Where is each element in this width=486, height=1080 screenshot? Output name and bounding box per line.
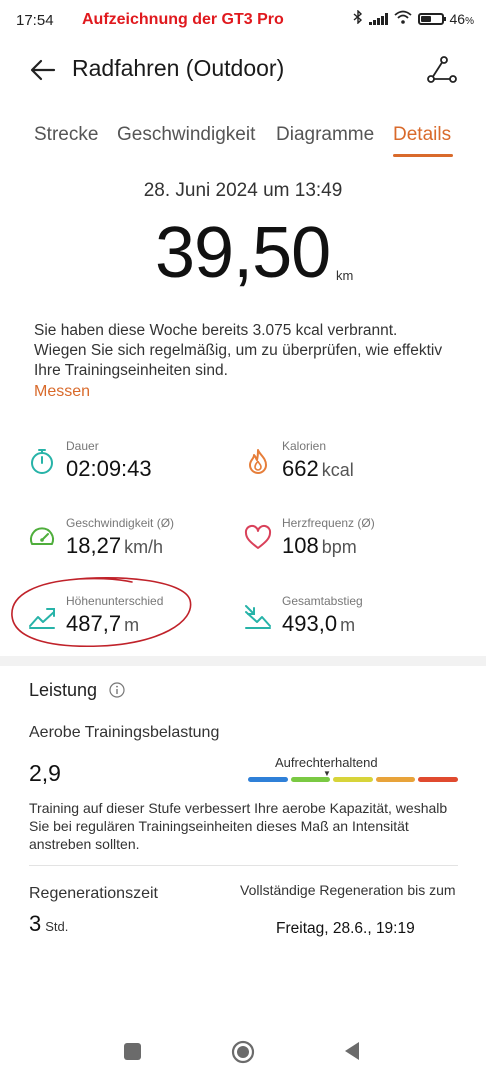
scale-segment (248, 777, 288, 782)
tab-strecke[interactable]: Strecke (34, 124, 98, 146)
session-date: 28. Juni 2024 um 13:49 (143, 180, 343, 201)
home-circle-icon (231, 1040, 255, 1064)
metric-label: Herzfrequenz (Ø) (282, 516, 375, 530)
wifi-icon (393, 10, 412, 27)
bluetooth-icon (353, 9, 363, 27)
page-title: Radfahren (Outdoor) (72, 55, 285, 81)
recovery-time-value: 3 Std. (29, 911, 69, 936)
back-arrow-icon (30, 59, 56, 81)
metric-value: 02:09:43 (66, 456, 152, 481)
metric-value: 18,27 km/h (66, 533, 164, 558)
scale-segment (290, 777, 331, 782)
metric-label: Geschwindigkeit (Ø) (66, 516, 175, 530)
divider (29, 865, 458, 866)
route-icon (427, 56, 457, 83)
annotation-circle (11, 576, 192, 648)
metric-value: 108 bpm (282, 533, 357, 558)
tab-diagramme[interactable]: Diagramme (276, 124, 374, 146)
aerobic-description: Training auf dieser Stufe verbessert Ihr… (29, 800, 448, 852)
section-separator (0, 656, 486, 666)
info-icon[interactable] (109, 682, 125, 698)
metric-label: Gesamtabstieg (282, 594, 363, 608)
back-button[interactable] (28, 54, 60, 86)
tab-bar: Strecke Geschwindigkeit Diagramme Detail… (0, 124, 486, 160)
battery-icon (417, 12, 446, 25)
status-icons: 46% (353, 9, 474, 27)
home-button[interactable] (231, 1040, 255, 1064)
nav-back-button[interactable] (343, 1040, 361, 1062)
metric-label: Dauer (66, 439, 99, 453)
scale-segment (333, 777, 373, 782)
scale-segment (418, 777, 458, 782)
scale-segment (375, 777, 416, 782)
metric-label: Kalorien (282, 439, 327, 453)
aerobic-scale-bar (248, 777, 458, 782)
recent-apps-button[interactable] (124, 1043, 141, 1060)
aerobic-load-value: 2,9 (29, 760, 61, 786)
full-recovery-value: Freitag, 28.6., 19:19 (276, 920, 415, 937)
battery-level: 46% (449, 10, 474, 27)
signal-icon (368, 12, 388, 25)
metric-value: 662 kcal (282, 456, 354, 481)
flame-icon (249, 449, 267, 474)
status-time: 17:54 (16, 12, 54, 29)
weekly-calories-info: Sie haben diese Woche bereits 3.075 kcal… (34, 322, 443, 379)
stopwatch-icon (31, 449, 53, 474)
heart-icon (244, 524, 272, 549)
tab-details[interactable]: Details (393, 124, 451, 146)
tab-active-indicator (393, 154, 453, 157)
descent-icon (245, 605, 271, 629)
recording-caption: Aufzeichnung der GT3 Pro (82, 11, 284, 28)
recovery-time-label: Regenerationszeit (29, 885, 158, 902)
measure-link[interactable]: Messen (34, 383, 90, 401)
speedometer-icon (30, 527, 54, 545)
performance-title: Leistung (29, 680, 98, 700)
aerobic-load-label: Aerobe Trainingsbelastung (29, 724, 220, 741)
distance-value: 39,50 (155, 213, 331, 293)
metric-value: 493,0 m (282, 611, 356, 636)
distance-unit: km (336, 268, 354, 283)
full-recovery-label: Vollständige Regeneration bis zum (240, 882, 456, 898)
route-button[interactable] (426, 54, 458, 86)
aerobic-status-label: Aufrechterhaltend (275, 755, 378, 770)
back-triangle-icon (345, 1042, 359, 1060)
tab-geschwindigkeit[interactable]: Geschwindigkeit (117, 124, 255, 146)
